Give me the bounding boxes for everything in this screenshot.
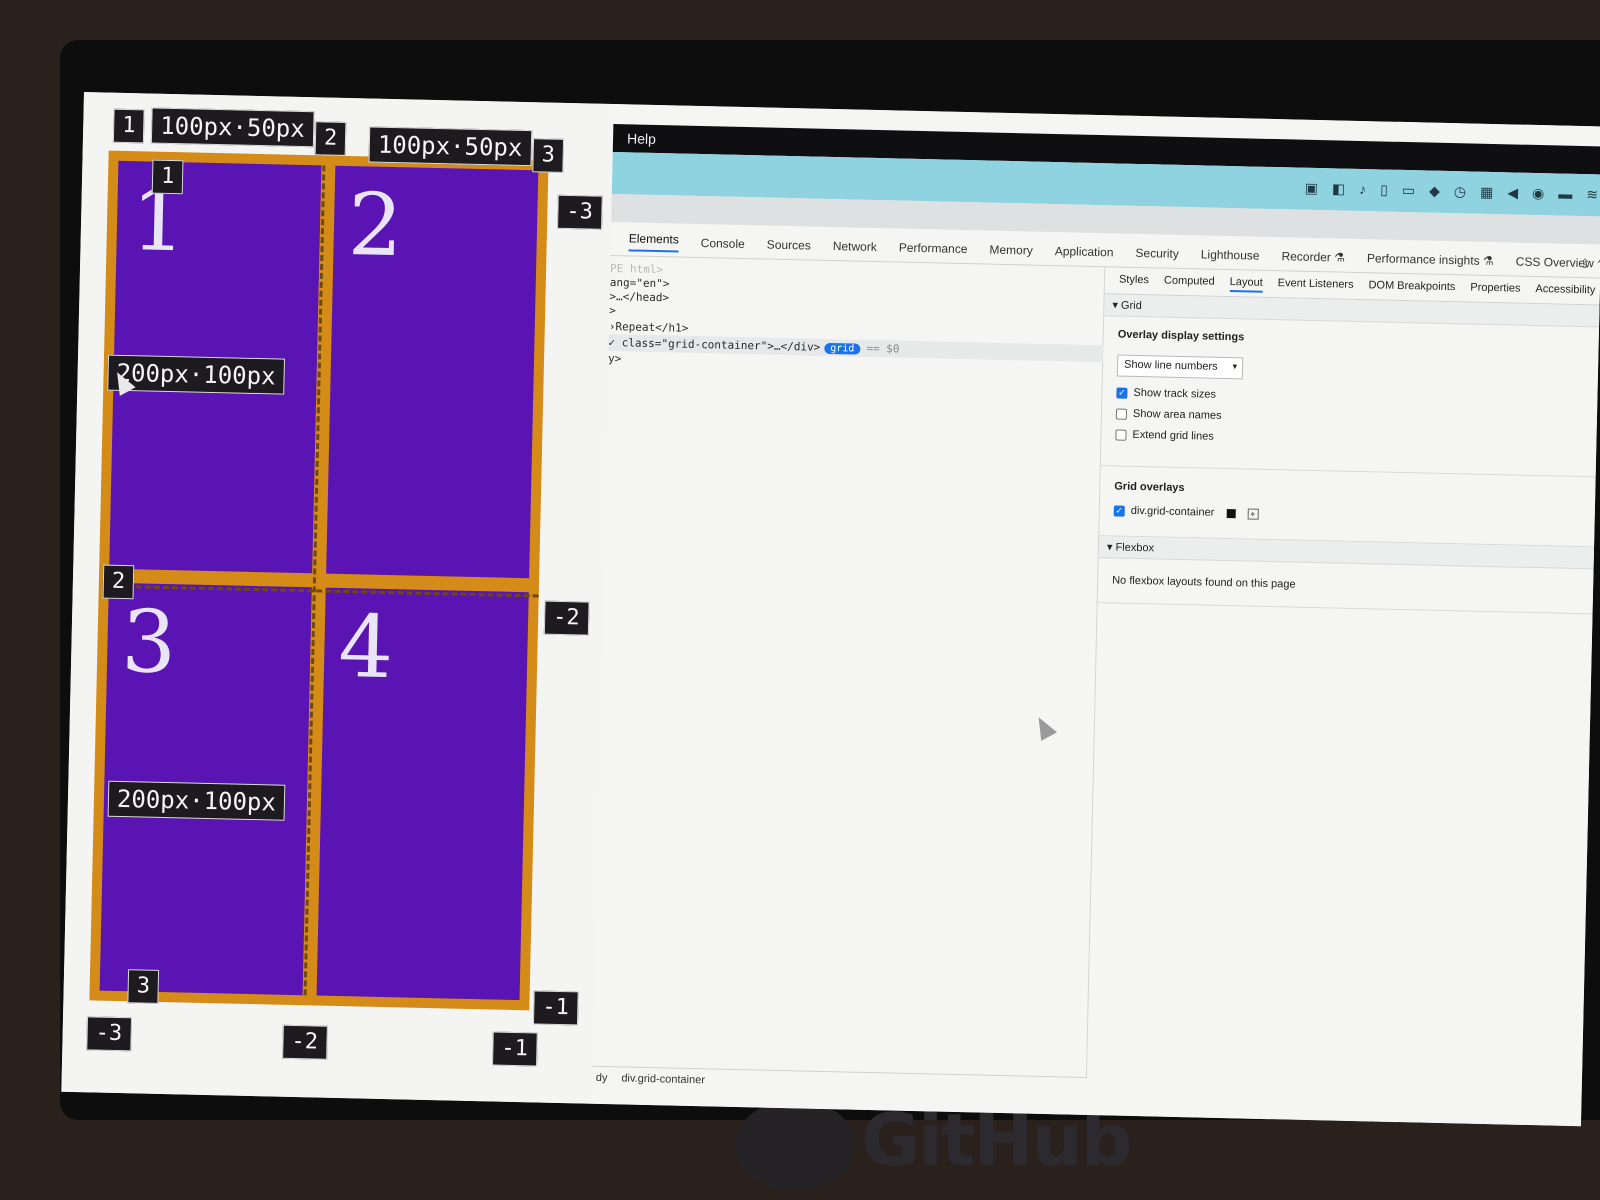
option-label: Show track sizes xyxy=(1133,386,1217,401)
option-label: Show area names xyxy=(1132,407,1222,422)
system-tray: ▣ ◧ ♪ ▯ ▭ ◆ ◷ ▦ ◀ ◉ ▬ ≋ xyxy=(1305,180,1599,204)
layout-sidebar: Styles Computed Layout Event Listeners D… xyxy=(1030,267,1600,1088)
battery-icon[interactable]: ▬ xyxy=(1558,185,1572,202)
show-track-sizes-option[interactable]: ✓ Show track sizes xyxy=(1116,387,1583,410)
row-line-label: 3 xyxy=(127,969,160,1005)
dom-node[interactable]: >…</head> xyxy=(609,290,669,304)
negative-column-line-label: -2 xyxy=(282,1024,328,1060)
row-line-label: 1 xyxy=(151,159,184,195)
dom-node-text: ✓ class="grid-container">…</div> xyxy=(608,335,821,354)
dom-tree: PE html> ang="en"> >…</head> > ›Repeat</… xyxy=(592,255,1106,1078)
tab-performance-insights[interactable]: Performance insights ⚗ xyxy=(1367,251,1494,268)
menu-help[interactable]: Help xyxy=(627,130,656,147)
tab-application[interactable]: Application xyxy=(1055,244,1114,259)
tab-computed[interactable]: Computed xyxy=(1164,275,1215,292)
tab-styles[interactable]: Styles xyxy=(1119,274,1149,291)
devtools-panel: Help ▣ ◧ ♪ ▯ ▭ ◆ ◷ ▦ ◀ ◉ ▬ ≋ Elements Co… xyxy=(591,104,1600,1127)
grid-overlays-heading: Grid overlays xyxy=(1114,480,1185,495)
tab-event-listeners[interactable]: Event Listeners xyxy=(1278,277,1354,295)
gb-icon[interactable]: ▦ xyxy=(1480,184,1494,201)
row-line-label: 2 xyxy=(102,564,135,600)
grid-item-number: 2 xyxy=(346,175,404,277)
tab-recorder[interactable]: Recorder ⚗ xyxy=(1281,249,1345,264)
elephant-icon[interactable]: ◆ xyxy=(1429,183,1440,200)
extend-grid-lines-option[interactable]: Extend grid lines xyxy=(1115,428,1582,451)
volume-icon[interactable]: ◀ xyxy=(1507,184,1518,201)
bell-icon[interactable]: ♪ xyxy=(1359,181,1366,198)
dom-node[interactable]: ang="en"> xyxy=(610,276,670,290)
tab-performance[interactable]: Performance xyxy=(899,240,968,256)
negative-row-line-label: -2 xyxy=(543,600,590,636)
line-numbers-select[interactable]: Show line numbers ▾ xyxy=(1116,354,1244,380)
screen: 1 2 3 4 1 100px·50px 2 100px·50px 3 1 20… xyxy=(61,92,1600,1127)
grid-item-number: 3 xyxy=(120,592,178,694)
dom-node[interactable]: y> xyxy=(608,352,622,365)
negative-row-line-label: -1 xyxy=(532,990,579,1026)
negative-row-line-label: -3 xyxy=(557,194,603,230)
grid-item-number: 4 xyxy=(337,596,395,699)
tab-sources[interactable]: Sources xyxy=(767,237,811,252)
grid-badge[interactable]: grid xyxy=(824,342,861,355)
tab-memory[interactable]: Memory xyxy=(989,242,1033,257)
column-track-size: 100px·50px xyxy=(150,107,315,148)
tab-properties[interactable]: Properties xyxy=(1470,282,1520,299)
tab-console[interactable]: Console xyxy=(701,236,745,251)
camera-icon[interactable]: ▣ xyxy=(1305,180,1319,197)
breadcrumb-grid-container[interactable]: div.grid-container xyxy=(621,1072,705,1086)
overlay-settings-heading: Overlay display settings xyxy=(1117,328,1245,344)
column-line-label: 2 xyxy=(314,121,347,157)
column-line-label: 3 xyxy=(532,138,565,174)
row-track-size: 200px·100px xyxy=(107,780,286,822)
checkbox-checked[interactable]: ✓ xyxy=(1113,504,1125,517)
clipboard-icon[interactable]: ▯ xyxy=(1380,181,1388,198)
tab-network[interactable]: Network xyxy=(833,239,877,254)
overlay-settings: Overlay display settings Show line numbe… xyxy=(1100,316,1600,478)
negative-column-line-label: -1 xyxy=(492,1031,538,1067)
overlay-item-label: div.grid-container xyxy=(1130,504,1215,519)
breadcrumb-body[interactable]: dy xyxy=(596,1071,608,1083)
console-reference: == $0 xyxy=(866,341,900,356)
tab-dom-breakpoints[interactable]: DOM Breakpoints xyxy=(1368,279,1455,297)
page-viewport: 1 2 3 4 1 100px·50px 2 100px·50px 3 1 20… xyxy=(61,92,614,1104)
show-area-names-option[interactable]: Show area names xyxy=(1115,407,1583,430)
negative-column-line-label: -3 xyxy=(86,1016,132,1052)
octocat-icon xyxy=(735,1100,855,1191)
overlay-color-swatch[interactable] xyxy=(1226,508,1236,518)
option-label: Extend grid lines xyxy=(1132,428,1214,443)
grid-item-2[interactable]: 2 xyxy=(326,165,539,579)
tab-layout[interactable]: Layout xyxy=(1229,276,1263,293)
dock-icon[interactable]: ⇪ xyxy=(1579,256,1590,272)
row-track-size: 200px·100px xyxy=(107,354,285,396)
record-icon[interactable]: ◉ xyxy=(1532,185,1545,202)
tab-lighthouse[interactable]: Lighthouse xyxy=(1201,247,1260,262)
tab-elements[interactable]: Elements xyxy=(628,230,680,253)
checkbox-checked[interactable]: ✓ xyxy=(1116,387,1128,399)
dom-node[interactable]: PE html> xyxy=(610,262,663,276)
grid-overlays: Grid overlays ✓ div.grid-container ⌖ xyxy=(1099,466,1596,548)
tab-security[interactable]: Security xyxy=(1135,245,1179,260)
display-icon[interactable]: ▭ xyxy=(1402,182,1416,199)
history-icon[interactable]: ◷ xyxy=(1454,183,1467,200)
highlight-element-icon[interactable]: ⌖ xyxy=(1247,508,1259,520)
grid-overlay-item[interactable]: ✓ div.grid-container ⌖ xyxy=(1113,504,1581,527)
checkbox-unchecked[interactable] xyxy=(1115,407,1128,420)
dom-node-selected[interactable]: ✓ class="grid-container">…</div> grid == $… xyxy=(608,333,1104,363)
grid-item-4[interactable]: 4 xyxy=(316,587,529,1001)
column-track-size: 100px·50px xyxy=(368,126,532,167)
wifi-icon[interactable]: ≋ xyxy=(1586,186,1598,203)
dom-node[interactable]: > xyxy=(609,304,616,317)
chevron-down-icon: ▾ xyxy=(1232,361,1238,372)
window-icon[interactable]: ◧ xyxy=(1332,180,1346,197)
select-value: Show line numbers xyxy=(1123,358,1218,373)
checkbox-unchecked[interactable] xyxy=(1115,428,1127,441)
tab-accessibility[interactable]: Accessibility xyxy=(1535,283,1595,300)
column-line-label: 1 xyxy=(112,108,145,144)
dom-node[interactable]: ›Repeat</h1> xyxy=(609,320,689,335)
